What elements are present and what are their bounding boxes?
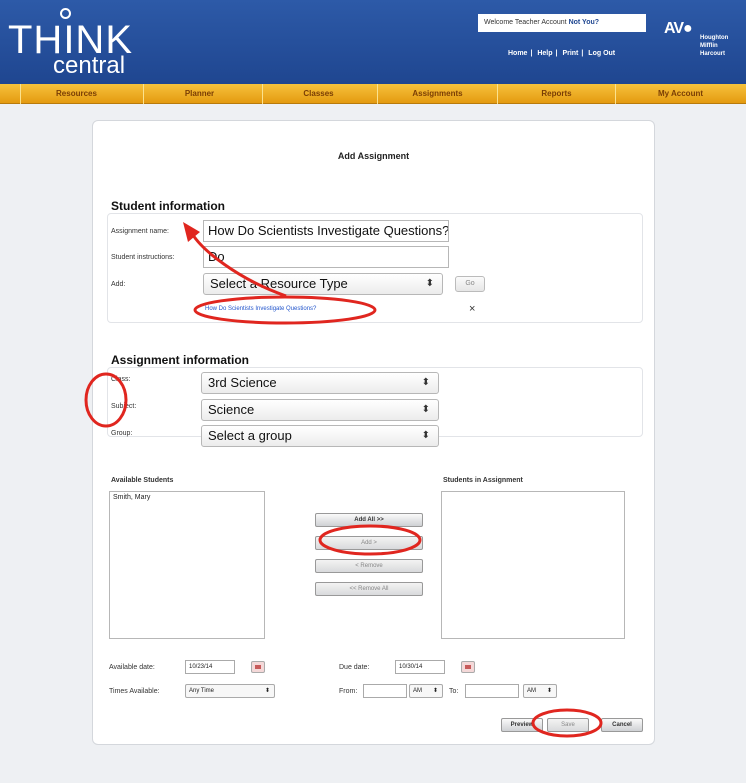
nav-planner[interactable]: Planner xyxy=(143,84,255,104)
nav-my-account[interactable]: My Account xyxy=(615,84,745,104)
welcome-text: Welcome Teacher Account xyxy=(484,19,567,26)
group-label: Group: xyxy=(111,430,133,437)
group-value: Select a group xyxy=(208,428,292,443)
hmh-logo: AV● Houghton Mifflin Harcourt xyxy=(664,20,728,57)
go-button[interactable]: Go xyxy=(455,276,485,292)
top-links: Home | Help | Print | Log Out xyxy=(508,50,616,57)
class-value: 3rd Science xyxy=(208,375,277,390)
add-button[interactable]: Add > xyxy=(315,536,423,550)
resource-type-value: Select a Resource Type xyxy=(210,276,348,291)
logout-link[interactable]: Log Out xyxy=(588,50,615,57)
students-in-assignment-label: Students in Assignment xyxy=(443,477,523,484)
student-info-heading: Student information xyxy=(111,199,225,213)
times-available-select[interactable]: Any Time ⬍ xyxy=(185,684,275,698)
assignment-name-label: Assignment name: xyxy=(111,228,169,235)
main-nav: Resources Planner Classes Assignments Re… xyxy=(0,84,746,104)
students-in-assignment-list[interactable] xyxy=(441,491,625,639)
due-date-label: Due date: xyxy=(339,664,370,671)
not-you-link[interactable]: Not You? xyxy=(569,19,599,26)
logo-central-text: central xyxy=(53,52,126,79)
assignment-name-input[interactable]: How Do Scientists Investigate Questions? xyxy=(203,220,449,242)
select-arrows-icon: ⬍ xyxy=(546,688,552,694)
cancel-button[interactable]: Cancel xyxy=(601,718,643,732)
add-assignment-panel: Add Assignment Student information Assig… xyxy=(92,120,655,745)
nav-reports[interactable]: Reports xyxy=(497,84,615,104)
class-label: Class: xyxy=(111,376,131,383)
add-all-button[interactable]: Add All >> xyxy=(315,513,423,527)
available-students-list[interactable]: Smith, Mary xyxy=(109,491,265,639)
student-instructions-input[interactable]: Do xyxy=(203,246,449,268)
page-title: Add Assignment xyxy=(337,151,410,161)
nav-assignments[interactable]: Assignments xyxy=(377,84,497,104)
select-arrows-icon: ⬍ xyxy=(421,404,430,415)
nav-resources[interactable]: Resources xyxy=(20,84,132,104)
select-arrows-icon: ⬍ xyxy=(421,430,430,441)
due-date-input[interactable]: 10/30/14 xyxy=(395,660,445,674)
list-item[interactable]: Smith, Mary xyxy=(110,492,264,503)
hmh-mark-icon: AV● xyxy=(664,20,693,37)
add-label: Add: xyxy=(111,281,126,288)
available-date-label: Available date: xyxy=(109,664,155,671)
assignment-info-heading: Assignment information xyxy=(111,353,250,367)
calendar-icon[interactable] xyxy=(251,661,265,673)
subject-select[interactable]: Science ⬍ xyxy=(201,399,439,421)
available-date-input[interactable]: 10/23/14 xyxy=(185,660,235,674)
resource-type-select[interactable]: Select a Resource Type ⬍ xyxy=(203,273,443,295)
nav-classes[interactable]: Classes xyxy=(262,84,374,104)
to-label: To: xyxy=(449,688,459,695)
from-ampm-select[interactable]: AM ⬍ xyxy=(409,684,443,698)
select-arrows-icon: ⬍ xyxy=(425,278,434,289)
group-select[interactable]: Select a group ⬍ xyxy=(201,425,439,447)
to-ampm-value: AM xyxy=(527,688,536,694)
print-link[interactable]: Print xyxy=(562,50,578,57)
hmh-brand-text: Houghton Mifflin Harcourt xyxy=(700,35,729,57)
to-time-input[interactable] xyxy=(465,684,519,698)
remove-resource-icon[interactable]: × xyxy=(469,303,475,315)
app-header: THINK central Welcome Teacher Account No… xyxy=(0,0,746,84)
select-arrows-icon: ⬍ xyxy=(432,688,438,694)
select-arrows-icon: ⬍ xyxy=(421,377,430,388)
remove-button[interactable]: < Remove xyxy=(315,559,423,573)
save-button[interactable]: Save xyxy=(547,718,589,732)
class-select[interactable]: 3rd Science ⬍ xyxy=(201,372,439,394)
preview-button[interactable]: Preview xyxy=(501,718,543,732)
from-label: From: xyxy=(339,688,358,695)
subject-label: Subject: xyxy=(111,403,137,410)
home-link[interactable]: Home xyxy=(508,50,527,57)
from-time-input[interactable] xyxy=(363,684,407,698)
from-ampm-value: AM xyxy=(413,688,422,694)
student-instructions-label: Student instructions: xyxy=(111,254,175,261)
help-link[interactable]: Help xyxy=(537,50,552,57)
select-arrows-icon: ⬍ xyxy=(264,688,270,694)
to-ampm-select[interactable]: AM ⬍ xyxy=(523,684,557,698)
available-students-label: Available Students xyxy=(111,477,174,484)
subject-value: Science xyxy=(208,402,255,417)
resource-link[interactable]: How Do Scientists Investigate Questions? xyxy=(205,306,316,312)
calendar-icon[interactable] xyxy=(461,661,475,673)
remove-all-button[interactable]: << Remove All xyxy=(315,582,423,596)
times-available-value: Any Time xyxy=(189,688,215,694)
welcome-banner: Welcome Teacher Account Not You? xyxy=(478,14,646,32)
times-available-label: Times Available: xyxy=(109,688,160,695)
